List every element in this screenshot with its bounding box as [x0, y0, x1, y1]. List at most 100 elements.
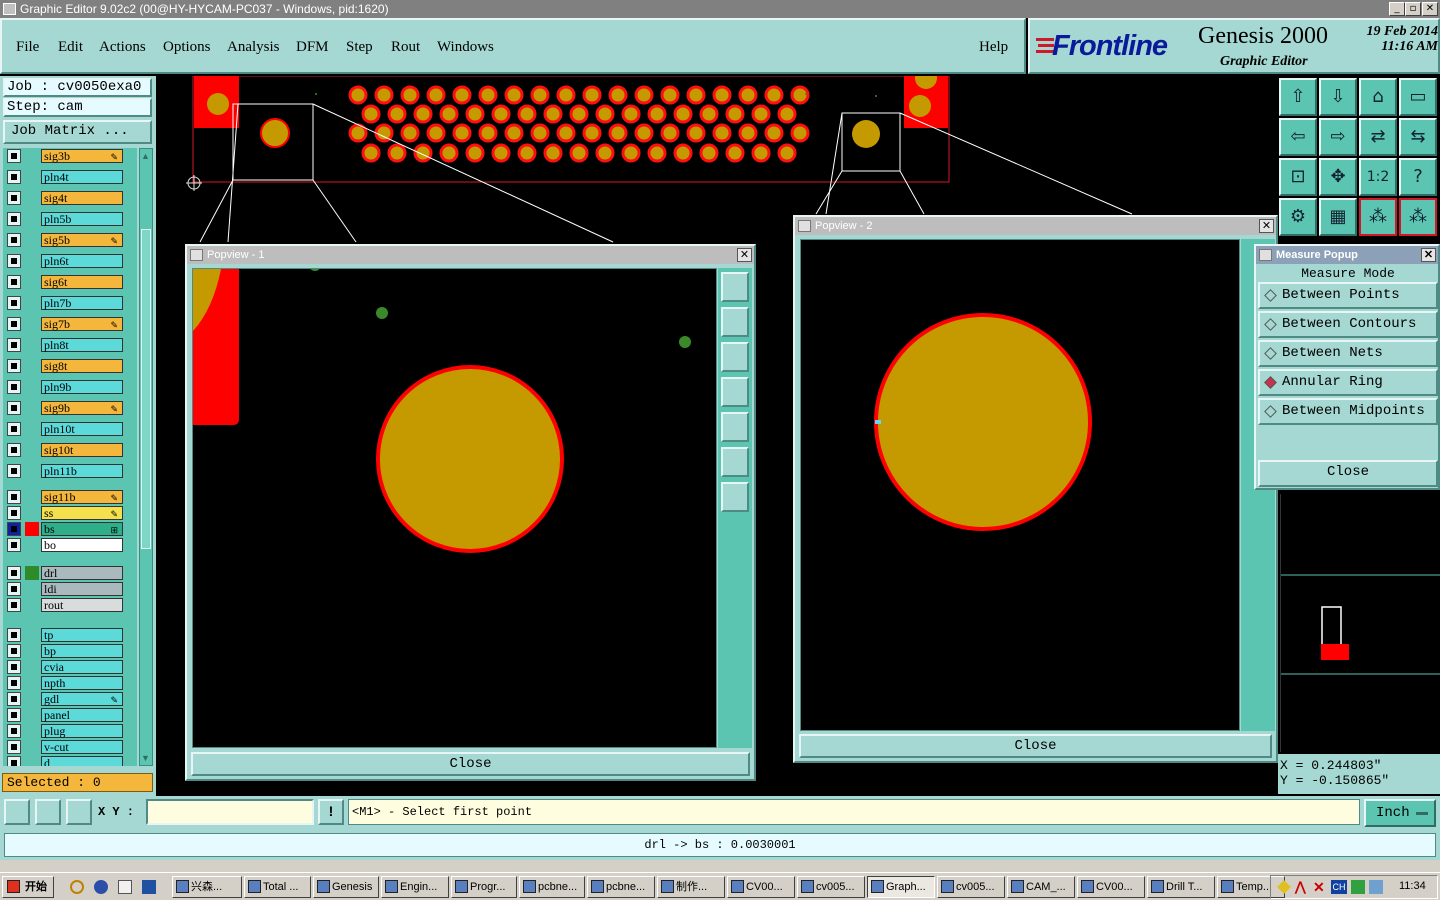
- layer-row[interactable]: pln4t: [3, 169, 137, 185]
- menu-actions[interactable]: Actions: [99, 39, 146, 56]
- menu-file[interactable]: File: [16, 39, 39, 56]
- layer-row[interactable]: sig9b ✎: [3, 400, 137, 416]
- tray-tool-icon[interactable]: ⋀: [1295, 880, 1309, 894]
- radio-diamond-icon[interactable]: [1264, 289, 1277, 302]
- layer-name[interactable]: plug: [41, 724, 123, 738]
- layer-name[interactable]: sig7b ✎: [41, 317, 123, 331]
- layer-checkbox[interactable]: [7, 756, 21, 766]
- layer-name[interactable]: npth: [41, 676, 123, 690]
- layer-row[interactable]: pln8t: [3, 337, 137, 353]
- layer-name[interactable]: ss ✎: [41, 506, 123, 520]
- layer-row[interactable]: drl: [3, 565, 137, 581]
- layer-row[interactable]: plug: [3, 723, 137, 739]
- taskbar-item[interactable]: Genesis: [313, 876, 379, 898]
- tray-security-icon[interactable]: [1351, 880, 1365, 894]
- taskbar-item[interactable]: pcbne...: [519, 876, 585, 898]
- layer-row[interactable]: sig6t: [3, 274, 137, 290]
- popview-2-title-bar[interactable]: Popview - 2 ✕: [795, 217, 1276, 235]
- taskbar-item[interactable]: Engin...: [381, 876, 449, 898]
- layer-row[interactable]: pln7b: [3, 295, 137, 311]
- grid-icon[interactable]: ▦: [1319, 198, 1357, 236]
- popview-1-close-button[interactable]: Close: [191, 752, 750, 776]
- quick-launch-globe-icon[interactable]: [94, 880, 108, 894]
- layer-checkbox[interactable]: [7, 490, 21, 504]
- layer-name[interactable]: v-cut: [41, 740, 123, 754]
- layer-row[interactable]: d: [3, 755, 137, 766]
- layer-row[interactable]: sig8t: [3, 358, 137, 374]
- measure-option[interactable]: Between Contours: [1258, 311, 1438, 338]
- layer-checkbox[interactable]: [7, 233, 21, 247]
- close-window-button[interactable]: ✕: [1422, 2, 1438, 16]
- layer-row[interactable]: sig11b ✎: [3, 489, 137, 505]
- layer-checkbox[interactable]: [7, 296, 21, 310]
- layer-name[interactable]: gdl ✎: [41, 692, 123, 706]
- layer-checkbox[interactable]: [7, 676, 21, 690]
- layer-row[interactable]: ldi: [3, 581, 137, 597]
- zoom-home-icon[interactable]: ⇧: [1279, 78, 1317, 116]
- popview-2-close-icon[interactable]: ✕: [1259, 219, 1274, 233]
- layer-checkbox[interactable]: [7, 724, 21, 738]
- layer-name[interactable]: sig3b ✎: [41, 149, 123, 163]
- scroll-up-arrow-icon[interactable]: ▲: [141, 151, 151, 161]
- layer-row[interactable]: tp: [3, 627, 137, 643]
- snap-icon[interactable]: ⇆: [1399, 118, 1437, 156]
- layer-name[interactable]: bs ⊞: [41, 522, 123, 536]
- layer-checkbox[interactable]: [7, 170, 21, 184]
- layer-row[interactable]: sig3b ✎: [3, 148, 137, 164]
- tray-network-icon[interactable]: [1369, 880, 1383, 894]
- layer-name[interactable]: pln4t: [41, 170, 123, 184]
- grid-mode-icon[interactable]: [66, 799, 92, 825]
- layer-checkbox[interactable]: [7, 401, 21, 415]
- taskbar-item[interactable]: Progr...: [451, 876, 517, 898]
- layer-checkbox[interactable]: [7, 254, 21, 268]
- layer-checkbox[interactable]: [7, 338, 21, 352]
- layer-row[interactable]: sig7b ✎: [3, 316, 137, 332]
- layer-row[interactable]: bs ⊞: [3, 521, 137, 537]
- zoom-fit-icon[interactable]: ⊡: [1279, 158, 1317, 196]
- layer-checkbox[interactable]: [7, 191, 21, 205]
- menu-dfm[interactable]: DFM: [296, 39, 329, 56]
- layer-name[interactable]: pln9b: [41, 380, 123, 394]
- layer-name[interactable]: sig10t: [41, 443, 123, 457]
- taskbar-item[interactable]: 兴森...: [172, 876, 242, 898]
- popview-1-canvas[interactable]: [192, 268, 717, 748]
- layer-checkbox[interactable]: [7, 598, 21, 612]
- layer-list-scrollbar[interactable]: ▲ ▼: [139, 148, 153, 766]
- layer-row[interactable]: npth: [3, 675, 137, 691]
- popview-1-title-bar[interactable]: Popview - 1 ✕: [187, 246, 754, 264]
- taskbar-item[interactable]: 制作...: [657, 876, 725, 898]
- layer-checkbox[interactable]: [7, 317, 21, 331]
- layer-checkbox[interactable]: [7, 538, 21, 552]
- tray-language-badge[interactable]: CH: [1331, 880, 1347, 894]
- popview-pan-down-icon[interactable]: [721, 342, 749, 372]
- center-icon[interactable]: ✥: [1319, 158, 1357, 196]
- layer-checkbox[interactable]: [7, 566, 21, 580]
- popview-pan-left-icon[interactable]: [721, 377, 749, 407]
- layer-name[interactable]: pln8t: [41, 338, 123, 352]
- taskbar-item[interactable]: Graph...: [867, 876, 935, 898]
- layers-b-icon[interactable]: ⁂: [1399, 198, 1437, 236]
- layer-checkbox[interactable]: [7, 628, 21, 642]
- layer-checkbox[interactable]: [7, 660, 21, 674]
- help-icon[interactable]: ?: [1399, 158, 1437, 196]
- layer-row[interactable]: pln9b: [3, 379, 137, 395]
- menu-analysis[interactable]: Analysis: [227, 39, 280, 56]
- layer-name[interactable]: ldi: [41, 582, 123, 596]
- layer-name[interactable]: sig5b ✎: [41, 233, 123, 247]
- overview-map[interactable]: [1280, 494, 1440, 752]
- layer-checkbox[interactable]: [7, 212, 21, 226]
- layer-row[interactable]: pln6t: [3, 253, 137, 269]
- layer-name[interactable]: pln6t: [41, 254, 123, 268]
- maximize-button[interactable]: ▫: [1405, 2, 1421, 16]
- measure-option[interactable]: Between Midpoints: [1258, 398, 1438, 425]
- menu-options[interactable]: Options: [163, 39, 211, 56]
- taskbar-item[interactable]: CV00...: [1077, 876, 1145, 898]
- fit-icon[interactable]: ⇄: [1359, 118, 1397, 156]
- pan-down-icon[interactable]: ⇩: [1319, 78, 1357, 116]
- minimize-button[interactable]: _: [1389, 2, 1405, 16]
- layer-name[interactable]: pln10t: [41, 422, 123, 436]
- layer-row[interactable]: v-cut: [3, 739, 137, 755]
- layers-a-icon[interactable]: ⁂: [1359, 198, 1397, 236]
- layer-row[interactable]: pln11b: [3, 463, 137, 479]
- layer-checkbox[interactable]: [7, 506, 21, 520]
